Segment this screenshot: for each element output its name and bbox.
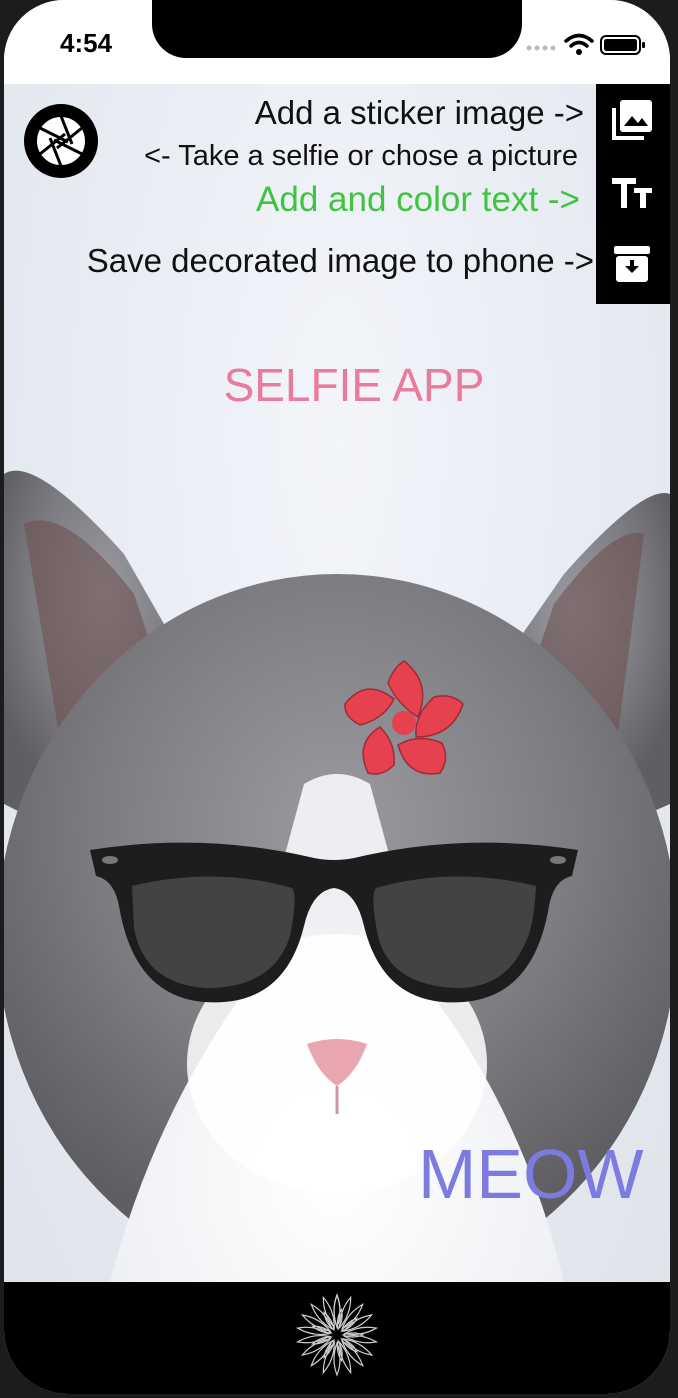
camera-aperture-icon — [35, 115, 87, 167]
flower-pattern-icon[interactable] — [294, 1292, 380, 1378]
hint-add-text: Add and color text -> — [256, 180, 580, 219]
phone-frame: 4:54 Add a sticker image -> <- Take a se… — [0, 0, 678, 1398]
photo-gallery-icon — [612, 100, 652, 140]
save-download-icon — [614, 246, 650, 282]
flower-sticker[interactable] — [336, 658, 472, 788]
photo-canvas[interactable]: Add a sticker image -> <- Take a selfie … — [4, 84, 670, 1282]
camera-button[interactable] — [24, 104, 98, 178]
status-bar: 4:54 — [4, 0, 670, 84]
save-image-button[interactable] — [604, 236, 660, 292]
glasses-sticker[interactable] — [84, 836, 584, 1006]
signal-dots-icon — [526, 45, 556, 51]
hint-take-selfie: <- Take a selfie or chose a picture — [144, 140, 578, 172]
add-sticker-button[interactable] — [604, 92, 660, 148]
wifi-icon — [564, 33, 594, 55]
selfie-app-title[interactable]: SELFIE APP — [4, 358, 670, 412]
notch — [152, 0, 522, 58]
battery-icon — [600, 35, 645, 55]
meow-text[interactable]: MEOW — [418, 1134, 644, 1214]
screen: 4:54 Add a sticker image -> <- Take a se… — [4, 0, 670, 1394]
text-size-icon — [612, 178, 652, 208]
hint-save-image: Save decorated image to phone -> — [86, 242, 594, 279]
add-text-button[interactable] — [604, 166, 660, 222]
right-toolbar — [596, 84, 670, 304]
hint-add-sticker: Add a sticker image -> — [254, 94, 584, 131]
bottom-bar — [4, 1282, 670, 1394]
status-time: 4:54 — [60, 28, 113, 58]
